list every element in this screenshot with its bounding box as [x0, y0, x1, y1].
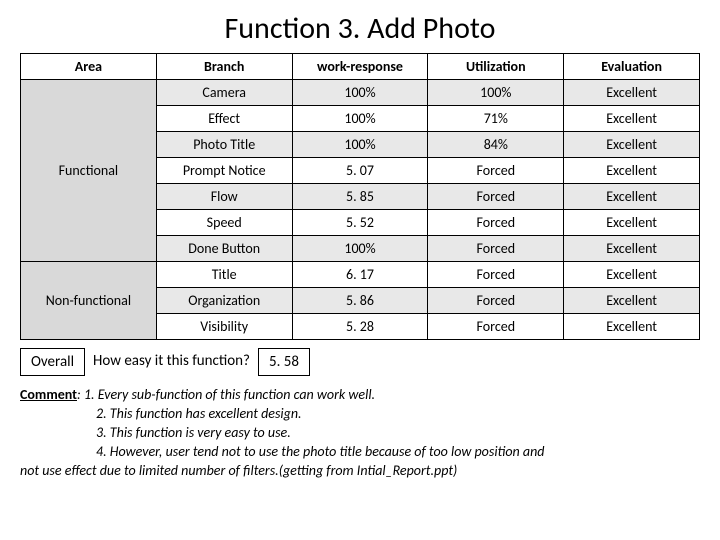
cell-evaluation: Excellent: [564, 314, 700, 340]
cell-utilization: 71%: [428, 106, 564, 132]
area-cell: Functional: [21, 80, 157, 262]
cell-branch: Prompt Notice: [156, 158, 292, 184]
cell-evaluation: Excellent: [564, 236, 700, 262]
cell-work_response: 5. 07: [292, 158, 428, 184]
cell-utilization: Forced: [428, 314, 564, 340]
cell-evaluation: Excellent: [564, 210, 700, 236]
cell-utilization: Forced: [428, 158, 564, 184]
comment-line-3: 3. This function is very easy to use.: [20, 424, 700, 443]
comment-line-4b: not use effect due to limited number of …: [20, 462, 700, 481]
cell-utilization: Forced: [428, 236, 564, 262]
cell-branch: Title: [156, 262, 292, 288]
cell-work_response: 100%: [292, 80, 428, 106]
cell-evaluation: Excellent: [564, 262, 700, 288]
table-row: FunctionalCamera100%100%Excellent: [21, 80, 700, 106]
cell-work_response: 5. 52: [292, 210, 428, 236]
table-row: Non-functionalTitle6. 17ForcedExcellent: [21, 262, 700, 288]
cell-utilization: 100%: [428, 80, 564, 106]
page-title: Function 3. Add Photo: [20, 10, 700, 47]
comment-line-1: 1. Every sub-function of this function c…: [84, 386, 375, 403]
evaluation-table: Area Branch work-response Utilization Ev…: [20, 53, 700, 340]
cell-evaluation: Excellent: [564, 80, 700, 106]
col-utilization: Utilization: [428, 54, 564, 80]
header-row: Area Branch work-response Utilization Ev…: [21, 54, 700, 80]
col-branch: Branch: [156, 54, 292, 80]
col-area: Area: [21, 54, 157, 80]
comment-line-2: 2. This function has excellent design.: [20, 405, 700, 424]
overall-label: Overall: [20, 348, 85, 376]
cell-work_response: 5. 86: [292, 288, 428, 314]
col-evaluation: Evaluation: [564, 54, 700, 80]
cell-work_response: 6. 17: [292, 262, 428, 288]
comment-line-4a: 4. However, user tend not to use the pho…: [20, 443, 700, 462]
comment-label: Comment: [20, 386, 77, 403]
cell-utilization: Forced: [428, 262, 564, 288]
cell-branch: Camera: [156, 80, 292, 106]
cell-branch: Photo Title: [156, 132, 292, 158]
comment-colon: :: [77, 386, 84, 403]
overall-question: How easy it this function?: [85, 348, 258, 376]
cell-work_response: 100%: [292, 106, 428, 132]
cell-branch: Speed: [156, 210, 292, 236]
cell-utilization: Forced: [428, 210, 564, 236]
cell-branch: Visibility: [156, 314, 292, 340]
cell-evaluation: Excellent: [564, 184, 700, 210]
col-work-response: work-response: [292, 54, 428, 80]
cell-utilization: Forced: [428, 184, 564, 210]
cell-branch: Flow: [156, 184, 292, 210]
cell-utilization: 84%: [428, 132, 564, 158]
overall-row: Overall How easy it this function? 5. 58: [20, 348, 700, 376]
cell-work_response: 100%: [292, 132, 428, 158]
cell-work_response: 5. 28: [292, 314, 428, 340]
cell-work_response: 100%: [292, 236, 428, 262]
cell-evaluation: Excellent: [564, 106, 700, 132]
comment-block: Comment: 1. Every sub-function of this f…: [20, 386, 700, 480]
cell-evaluation: Excellent: [564, 288, 700, 314]
overall-value: 5. 58: [258, 348, 310, 376]
cell-branch: Effect: [156, 106, 292, 132]
area-cell: Non-functional: [21, 262, 157, 340]
cell-evaluation: Excellent: [564, 132, 700, 158]
cell-utilization: Forced: [428, 288, 564, 314]
cell-evaluation: Excellent: [564, 158, 700, 184]
cell-work_response: 5. 85: [292, 184, 428, 210]
cell-branch: Organization: [156, 288, 292, 314]
cell-branch: Done Button: [156, 236, 292, 262]
